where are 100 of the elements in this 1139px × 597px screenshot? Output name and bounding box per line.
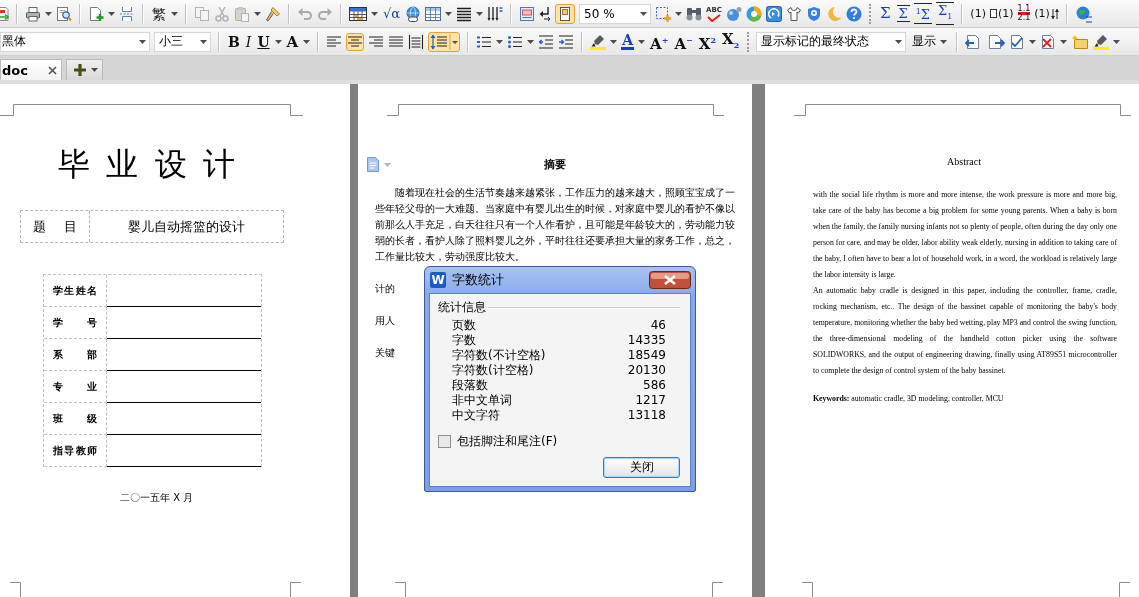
highlighter-icon[interactable] <box>590 33 607 50</box>
numbering-tool[interactable]: (1) <box>989 7 1014 20</box>
sum-tool[interactable]: Σ <box>896 5 910 22</box>
bullet-list-icon[interactable] <box>507 33 524 50</box>
close-icon[interactable] <box>48 65 57 75</box>
caret-icon[interactable] <box>200 39 207 44</box>
new-document-icon[interactable] <box>88 5 104 22</box>
sum-tool[interactable]: Σ <box>877 6 893 21</box>
stat-label: 非中文单词 <box>452 393 513 408</box>
formula-tool[interactable]: √α <box>382 4 402 23</box>
accept-change-icon[interactable] <box>1009 33 1026 50</box>
caret-icon[interactable] <box>527 39 535 44</box>
increase-indent-icon[interactable] <box>558 33 575 50</box>
document-icon[interactable] <box>367 157 379 172</box>
form-label: 学 号 <box>53 315 97 330</box>
font-color-tool[interactable]: A <box>621 33 635 50</box>
highlighter-icon[interactable] <box>1093 33 1110 50</box>
close-icon[interactable] <box>649 271 691 289</box>
return-arrow-icon[interactable] <box>539 5 552 22</box>
show-menu-button[interactable]: 显示 <box>910 33 950 50</box>
caret-icon[interactable] <box>638 39 646 44</box>
page-break-icon[interactable] <box>119 5 135 22</box>
caret-icon[interactable] <box>171 11 178 16</box>
form-label: 班 级 <box>53 411 97 426</box>
numbering-tool[interactable]: (1) <box>970 7 986 20</box>
sort-bars-icon[interactable] <box>487 5 504 22</box>
caret-icon[interactable] <box>1060 39 1068 44</box>
paintbrush-icon[interactable] <box>265 5 281 22</box>
caret-icon[interactable] <box>1113 39 1121 44</box>
swirl-tile-icon[interactable] <box>765 5 782 22</box>
caret-icon[interactable] <box>476 11 484 16</box>
frame-icon[interactable] <box>555 3 576 24</box>
align-left-icon[interactable] <box>326 33 343 50</box>
sum-tool[interactable]: $^{1}$Σ <box>913 3 933 24</box>
caret-icon[interactable] <box>445 11 453 16</box>
table-icon[interactable] <box>349 5 367 22</box>
sum-tool[interactable]: Σ$_{1}$ <box>936 2 955 25</box>
next-change-icon[interactable] <box>987 33 1006 50</box>
form-label: 指导教师 <box>53 443 97 458</box>
reject-change-icon[interactable] <box>1040 33 1057 50</box>
caret-icon[interactable] <box>1029 39 1037 44</box>
caret-icon[interactable] <box>675 11 683 16</box>
table-grid-icon[interactable] <box>425 5 442 22</box>
help-icon[interactable] <box>845 5 862 22</box>
text-fragment: 用人 <box>375 314 395 328</box>
caret-icon[interactable] <box>940 39 948 44</box>
picture-card-icon[interactable] <box>519 5 536 22</box>
close-button[interactable]: 关闭 <box>603 457 680 478</box>
caret-icon[interactable] <box>45 11 52 16</box>
distribute-icon[interactable] <box>408 33 425 50</box>
caret-icon[interactable] <box>91 68 98 72</box>
underline-tool[interactable]: U <box>256 32 271 51</box>
bold-tool[interactable]: B <box>227 32 241 51</box>
numbering-tool[interactable]: (1) <box>1034 7 1059 20</box>
caret-icon[interactable] <box>895 39 903 44</box>
checkbox[interactable] <box>438 435 451 448</box>
text-effects-tool[interactable]: A <box>285 32 300 51</box>
binoculars-icon[interactable] <box>686 5 703 22</box>
zoom-field[interactable]: 50 % <box>579 3 652 24</box>
plus-icon[interactable] <box>73 63 87 77</box>
abstract-paragraph: 随着现在社会的生活节奏越来越紧张，工作压力的越来越大，照顾宝宝成了一些年轻父母的一大难题。当家庭中有婴儿出生的时候，对家庭中婴儿的看护不像以前那么人手充足，白天往往只有一个人作看护，且可能是年龄较大的，劳动能力较弱的长者，看护人除了照料婴儿之外，平时往往还要承担大量的家务工作，总之，工作量比较大，劳动强度比较大。 <box>375 186 735 264</box>
convert-tool[interactable]: 繁 <box>151 4 167 23</box>
stat-value: 20130 <box>627 363 666 378</box>
printer-icon[interactable] <box>25 5 41 22</box>
globe-icon[interactable] <box>725 5 742 22</box>
text-lines-icon[interactable] <box>456 5 473 22</box>
caret-icon[interactable] <box>640 11 648 16</box>
document-arrow-icon[interactable] <box>0 5 9 22</box>
caret-icon[interactable] <box>108 11 115 16</box>
align-center-icon[interactable] <box>346 32 365 51</box>
new-tab-button[interactable] <box>66 59 103 80</box>
caret-icon[interactable] <box>254 11 261 16</box>
caret-icon[interactable] <box>610 39 618 44</box>
margin-mark <box>395 582 406 597</box>
line-spacing-icon[interactable] <box>428 31 461 52</box>
globe-icon[interactable] <box>1074 4 1093 23</box>
document-tab[interactable]: doc <box>0 59 62 80</box>
decrease-indent-icon[interactable] <box>538 33 555 50</box>
ring-icon[interactable] <box>745 5 762 22</box>
caret-icon[interactable] <box>303 39 311 44</box>
caret-icon[interactable] <box>274 39 282 44</box>
script-tool[interactable]: X$^{2}$ <box>697 30 717 53</box>
caret-icon[interactable] <box>496 39 504 44</box>
font-size-tool[interactable]: A$^{−}$ <box>673 30 694 53</box>
selection-icon[interactable] <box>655 5 672 22</box>
checkbox-label[interactable]: 包括脚注和尾注(F) <box>457 433 558 450</box>
shield-icon[interactable] <box>805 5 822 22</box>
shirt-icon[interactable] <box>785 5 802 22</box>
script-tool[interactable]: X$_{2}$ <box>721 29 741 54</box>
print-preview-icon[interactable] <box>56 5 72 22</box>
font-size-field[interactable]: 小三 <box>154 31 211 52</box>
markup-view-field[interactable]: 显示标记的最终状态 <box>756 31 907 52</box>
caret-icon[interactable] <box>139 39 146 44</box>
globe-link-icon[interactable] <box>405 5 422 22</box>
align-right-icon[interactable] <box>368 33 385 50</box>
font-name-field[interactable]: 黑体 <box>0 31 150 52</box>
font-size-tool[interactable]: A$^{+}$ <box>649 30 670 53</box>
numbering-tool[interactable]: 1.1 2.1 <box>1017 5 1031 22</box>
caret-icon[interactable] <box>371 11 378 16</box>
italic-tool[interactable]: I <box>244 32 253 51</box>
